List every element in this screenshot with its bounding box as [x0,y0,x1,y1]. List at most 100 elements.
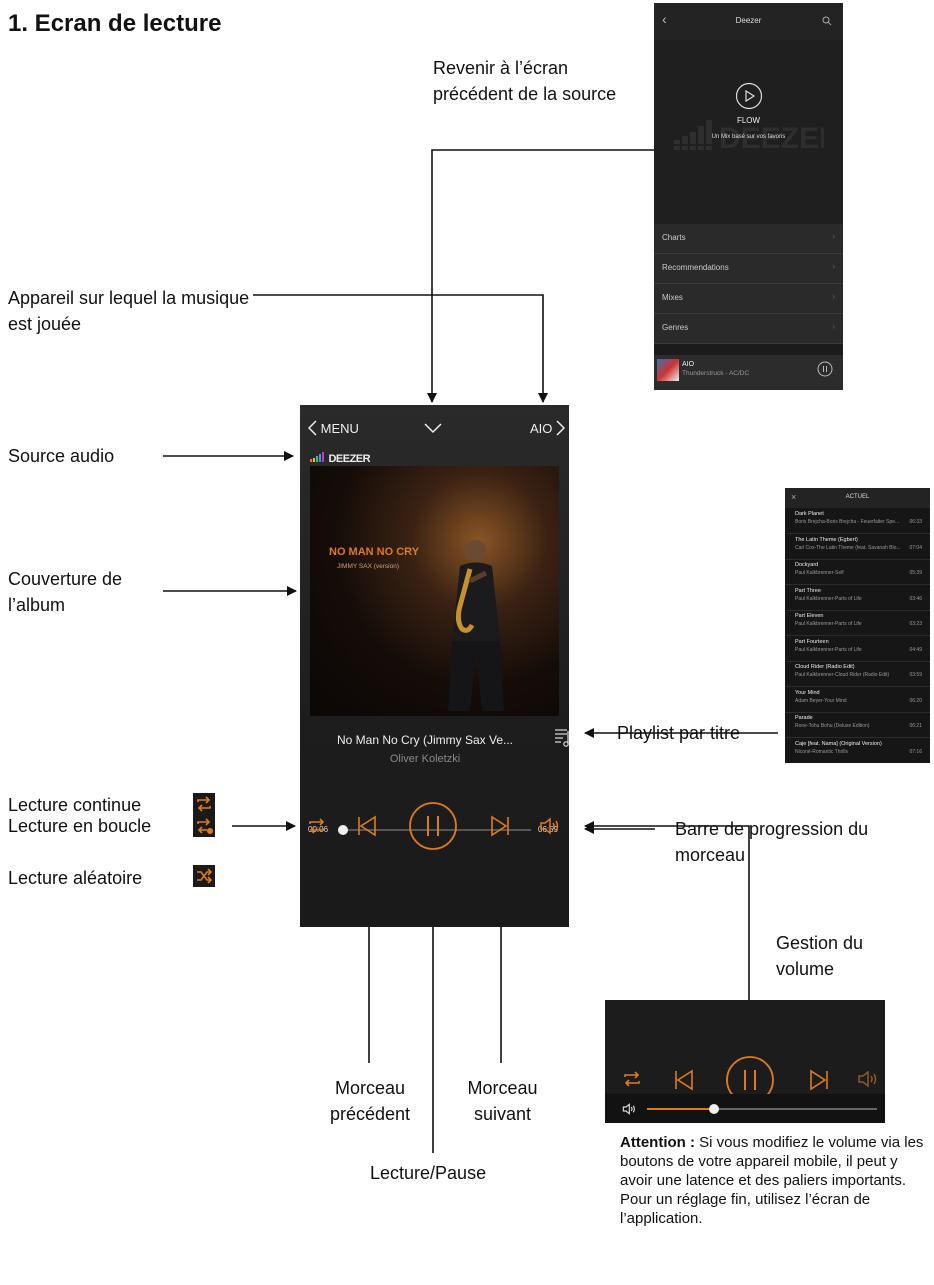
volume-fill [647,1108,714,1110]
playlist-row[interactable]: Part Eleven Paul Kalkbrenner-Parts of Lif… [785,610,930,636]
mini-album-art [657,359,679,381]
playlist-row-duration: 03:46 [909,595,922,602]
flow-label: FLOW [736,116,761,125]
playlist-icon[interactable] [554,727,569,749]
volume-slider[interactable] [647,1104,877,1114]
mini-subtitle: Thunderstruck - AC/DC [682,370,750,377]
track-title: No Man No Cry (Jimmy Sax Ve... [336,733,514,747]
chevron-down-icon[interactable] [424,423,442,434]
playlist-row-duration: 06:21 [909,723,922,729]
source-logo-text: DEEZER [328,453,371,465]
menu-item-genres[interactable]: Genres › [654,314,843,344]
playlist-title: ACTUEL [845,494,870,500]
playlist-row-title: Dockyard [795,562,819,568]
playlist-row-title: The Latin Theme (Egbert) [795,536,858,543]
playlist-row-title: Caje [feat. Nama] (Original Version) [795,740,882,747]
deezer-menu-list: Charts › Recommendations › Mixes › Genres › [654,224,843,344]
menu-item-mixes[interactable]: Mixes › [654,284,843,314]
device-label: AIO [530,421,553,436]
playlist-row-title: Your Mind [795,689,820,696]
playlist-row-duration: 03:23 [909,621,922,627]
speaker-icon [622,1103,635,1115]
playlist-row[interactable]: The Latin Theme (Egbert) Carl Cox-The Lat… [785,534,930,560]
playlist-row-artist: Boris Brejcha-Boris Brejcha - Feuerfalte… [795,519,900,525]
repeat-one-icon [193,815,215,837]
annotation-device: Appareil sur lequel la musique est jouée [8,288,250,334]
repeat-mode-icon[interactable] [307,816,327,836]
mini-pause-icon[interactable] [817,361,833,377]
playlist-row-artist: Paul Kalkbrenner-Cloud Rider (Radio Edit… [795,672,890,678]
playlist-row[interactable]: Part Three Paul Kalkbrenner-Parts of Life… [785,585,930,611]
volume-panel [605,1000,885,1123]
deezer-screen: ‹ Deezer DEEZER FLOW Un Mix basé sur vos… [654,3,843,390]
menu-item-label: Mixes [662,293,683,302]
playlist-row[interactable]: Dark Planet Boris Brejcha-Boris Brejcha -… [785,508,930,534]
shuffle-icon [193,865,215,887]
flow-play-icon[interactable] [735,82,763,110]
deezer-title: Deezer [735,16,762,25]
previous-track-icon[interactable] [673,1068,695,1092]
volume-icon[interactable] [857,1070,881,1088]
playlist-row-artist: Paul Kalkbrenner-Self [795,570,844,576]
annotation-volume: Gestion du volume [776,933,864,979]
repeat-mode-icon[interactable] [622,1069,642,1089]
menu-label: MENU [320,421,359,436]
mini-title: AIO [682,361,695,368]
flow-banner[interactable]: DEEZER FLOW Un Mix basé sur vos favoris [654,40,843,226]
playlist-row-artist: Adam Beyer-Your Mind [795,697,847,704]
cover-subtitle: JIMMY SAX (version) [337,563,400,570]
progress-knob[interactable] [337,825,348,835]
volume-icon[interactable] [539,817,563,835]
playlist-row-artist: Niconé-Romantic Thrills [795,748,848,755]
annotation-source: Source audio [8,446,115,466]
flow-subtitle: Un Mix basé sur vos favoris [711,134,786,140]
previous-track-icon[interactable] [356,814,378,838]
playlist-list: Dark Planet Boris Brejcha-Boris Brejcha -… [785,508,930,763]
album-cover: NO MAN NO CRY JIMMY SAX (version) [310,466,559,716]
play-pause-icon[interactable] [408,801,458,851]
playlist-row[interactable]: Your Mind Adam Beyer-Your Mind 06:20 [785,687,930,713]
playlist-row-artist: Carl Cox-The Latin Theme (feat. Savanah … [795,544,901,551]
playlist-row-duration: 05:39 [909,570,922,576]
saxophonist-illustration [448,540,504,711]
playlist-row-artist: Paul Kalkbrenner-Parts of Life [795,595,862,602]
chevron-right-icon: › [832,292,835,301]
repeat-icon [193,793,215,815]
back-menu-button[interactable]: MENU [307,420,359,436]
playlist-row-duration: 03:59 [909,672,922,678]
playlist-row-duration: 07:16 [909,748,922,755]
playlist-row-artist: Paul Kalkbrenner-Parts of Life [795,646,862,653]
volume-knob[interactable] [708,1104,719,1114]
chevron-right-icon: › [832,262,835,271]
playlist-row[interactable]: Part Fourteen Paul Kalkbrenner-Parts of L… [785,636,930,662]
chevron-right-icon: › [832,322,835,331]
mini-player[interactable]: AIO Thunderstruck - AC/DC [654,355,843,390]
chevron-right-icon [556,420,566,436]
device-button[interactable]: AIO [530,420,566,436]
annotation-loop: Lecture en boucle [8,816,152,836]
next-track-icon[interactable] [808,1068,830,1092]
playlist-row-duration: 06:20 [909,697,922,704]
menu-item-label: Genres [662,323,689,332]
playlist-row[interactable]: Dockyard Paul Kalkbrenner-Self 05:39 [785,559,930,585]
next-track-icon[interactable] [489,814,511,838]
playlist-header: × ACTUEL [785,488,930,508]
playlist-row-artist: Paul Kalkbrenner-Parts of Life [795,621,862,627]
playlist-screen: × ACTUEL Dark Planet Boris Brejcha-Boris … [785,488,930,763]
playlist-row[interactable]: Caje [feat. Nama] (Original Version) Nico… [785,738,930,763]
search-icon[interactable] [822,13,832,31]
playlist-row[interactable]: Cloud Rider (Radio Edit) Paul Kalkbrenner… [785,661,930,687]
annotation-progress: Barre de progression du morceau [675,819,869,865]
cover-title: NO MAN NO CRY [329,546,420,558]
playlist-row-title: Dark Planet [795,511,824,517]
annotation-previous: Morceau précédent [329,1078,411,1124]
chevron-left-icon [307,420,317,436]
playlist-row[interactable]: Parade Rone-Tohu Bohu (Deluxe Edition) 06:… [785,712,930,738]
playlist-row-duration: 06:33 [909,519,922,525]
annotation-next: Morceau suivant [467,1078,538,1124]
volume-slider-row [605,1094,885,1123]
menu-item-charts[interactable]: Charts › [654,224,843,254]
menu-item-recommendations[interactable]: Recommendations › [654,254,843,284]
chevron-right-icon: › [832,232,835,241]
warning-notice: Attention : Si vous modifiez le volume v… [620,1133,930,1228]
